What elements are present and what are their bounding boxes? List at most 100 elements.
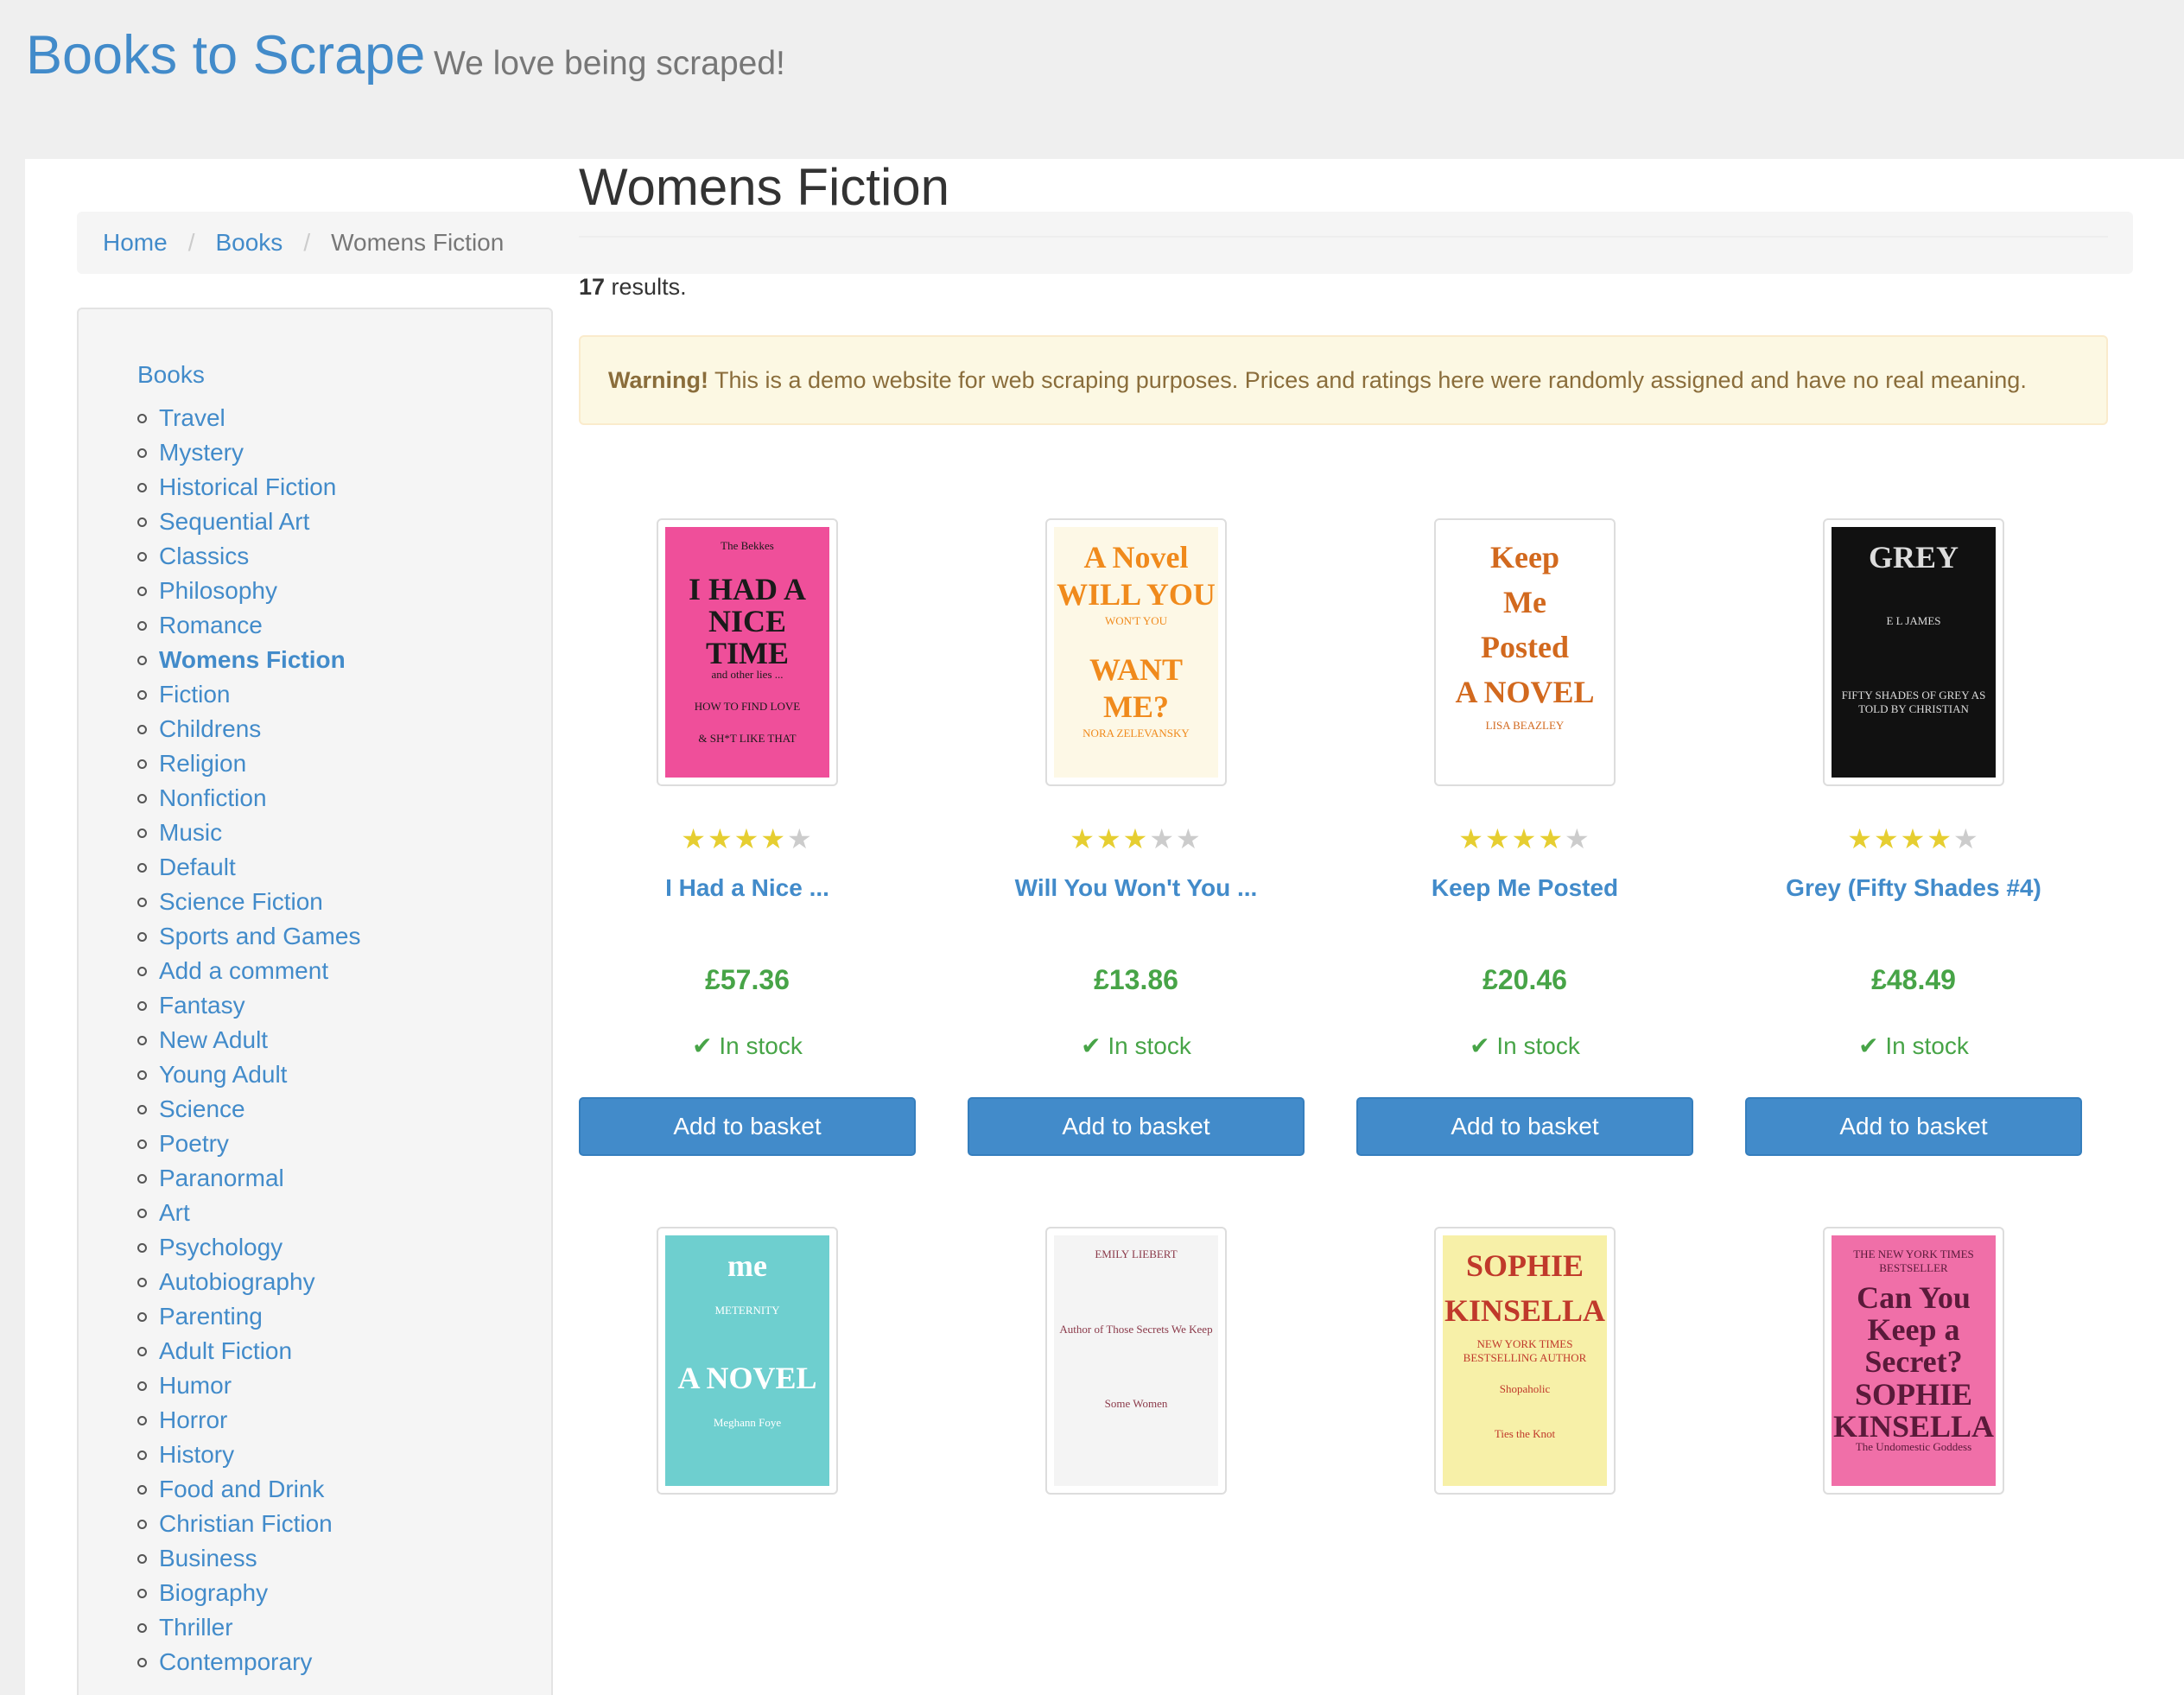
sidebar-category-link[interactable]: Philosophy — [159, 577, 277, 605]
sidebar-category-link[interactable]: Horror — [159, 1406, 227, 1434]
sidebar-category-link[interactable]: Fantasy — [159, 992, 245, 1019]
sidebar-category-link[interactable]: Music — [159, 819, 222, 847]
brand-link[interactable]: Books to Scrape — [26, 24, 425, 86]
list-bullet — [137, 931, 147, 942]
sidebar-category-link[interactable]: Contemporary — [159, 1648, 312, 1676]
add-to-basket-button[interactable]: Add to basket — [968, 1097, 1305, 1156]
star-icon: ★ — [1070, 823, 1096, 854]
cover-text: Keep a — [1867, 1312, 1960, 1348]
checkmark-icon: ✔ — [692, 1032, 720, 1059]
stock-status: ✔ In stock — [968, 1032, 1305, 1060]
list-bullet — [137, 1415, 147, 1425]
cover-text: Some Women — [1104, 1397, 1168, 1411]
cover-text: WANT — [1089, 652, 1184, 687]
list-bullet — [137, 517, 147, 527]
cover-text: E L JAMES — [1886, 613, 1941, 627]
site-header: Books to Scrape We love being scraped! — [0, 0, 2184, 159]
sidebar-category-link[interactable]: Poetry — [159, 1130, 229, 1158]
list-bullet — [137, 655, 147, 665]
star-icon: ★ — [1538, 823, 1565, 854]
list-bullet — [137, 793, 147, 803]
list-bullet — [137, 1484, 147, 1495]
sidebar-category-link[interactable]: Fiction — [159, 681, 230, 708]
book-cover-link[interactable]: A Novel WILL YOU WON'T YOU WANT ME? NORA ZELE… — [1045, 518, 1227, 786]
cover-text: WILL YOU — [1057, 577, 1216, 613]
sidebar-category-link[interactable]: History — [159, 1441, 234, 1469]
cover-text: WON'T YOU — [1104, 613, 1168, 627]
sidebar-category-item: Add a comment — [137, 954, 360, 988]
sidebar-category-link[interactable]: Religion — [159, 750, 246, 778]
sidebar-category-link[interactable]: Business — [159, 1545, 257, 1572]
sidebar-category-link[interactable]: Christian Fiction — [159, 1510, 333, 1538]
sidebar-category-link[interactable]: Travel — [159, 404, 225, 432]
sidebar-category-link[interactable]: Classics — [159, 543, 249, 570]
book-cover-image: SOPHIE KINSELLA NEW YORK TIMES BESTSELLING… — [1443, 1235, 1607, 1486]
sidebar-category-link[interactable]: Childrens — [159, 715, 261, 743]
sidebar-category-link[interactable]: Romance — [159, 612, 263, 639]
sidebar-category-link[interactable]: Default — [159, 854, 236, 881]
star-icon: ★ — [787, 823, 814, 854]
add-to-basket-button[interactable]: Add to basket — [1356, 1097, 1693, 1156]
sidebar-category-link[interactable]: Historical Fiction — [159, 473, 336, 501]
list-bullet — [137, 1311, 147, 1322]
star-icon: ★ — [1149, 823, 1177, 854]
sidebar-category-link[interactable]: Autobiography — [159, 1268, 315, 1296]
sidebar-category-item: Fantasy — [137, 988, 360, 1023]
title-divider — [579, 236, 2108, 238]
cover-text: Me — [1503, 585, 1546, 619]
sidebar-category-link[interactable]: Parenting — [159, 1303, 263, 1330]
sidebar-category-link[interactable]: Young Adult — [159, 1061, 287, 1089]
sidebar-category-link[interactable]: Paranormal — [159, 1165, 284, 1192]
sidebar-category-link[interactable]: Add a comment — [159, 957, 328, 985]
sidebar-category-item: Mystery — [137, 435, 360, 470]
sidebar-category-link[interactable]: Art — [159, 1199, 190, 1227]
list-bullet — [137, 1622, 147, 1633]
book-cover-link[interactable]: me METERNITY A NOVEL Meghann Foye — [657, 1227, 838, 1495]
sidebar-category-link[interactable]: Thriller — [159, 1614, 233, 1641]
sidebar-category-link[interactable]: Biography — [159, 1579, 268, 1607]
breadcrumb-books[interactable]: Books — [215, 229, 283, 257]
sidebar-category-link[interactable]: Sports and Games — [159, 923, 360, 950]
book-cover-link[interactable]: The Bekkes I HAD A NICE TIME and other lies … — [657, 518, 838, 786]
list-bullet — [137, 1104, 147, 1114]
sidebar-category-item: History — [137, 1438, 360, 1472]
sidebar-category-link[interactable]: Womens Fiction — [159, 646, 346, 674]
category-sidebar: Books Travel Mystery Historical Fiction Seq… — [77, 308, 553, 1695]
book-cover-link[interactable]: GREY E L JAMES FIFTY SHADES OF GREY AS TOL… — [1823, 518, 2004, 786]
add-to-basket-button[interactable]: Add to basket — [1745, 1097, 2082, 1156]
sidebar-category-link[interactable]: New Adult — [159, 1026, 268, 1054]
sidebar-category-link[interactable]: Science Fiction — [159, 888, 323, 916]
star-icon: ★ — [1176, 823, 1203, 854]
checkmark-icon: ✔ — [1858, 1032, 1886, 1059]
star-icon: ★ — [760, 823, 788, 854]
product-title-link[interactable]: I Had a Nice ... — [579, 874, 916, 902]
product-title-link[interactable]: Will You Won't You ... — [968, 874, 1305, 902]
breadcrumb-current: Womens Fiction — [331, 229, 505, 256]
list-bullet — [137, 862, 147, 873]
sidebar-category-item: Contemporary — [137, 1645, 360, 1679]
book-cover-link[interactable]: Keep Me Posted A NOVEL LISA BEAZLEY — [1434, 518, 1616, 786]
book-cover-image: Keep Me Posted A NOVEL LISA BEAZLEY — [1443, 527, 1607, 778]
book-cover-link[interactable]: EMILY LIEBERT Author of Those Secrets We … — [1045, 1227, 1227, 1495]
breadcrumb-home[interactable]: Home — [103, 229, 168, 257]
sidebar-category-link[interactable]: Food and Drink — [159, 1476, 324, 1503]
list-bullet — [137, 689, 147, 700]
sidebar-category-link[interactable]: Adult Fiction — [159, 1337, 292, 1365]
sidebar-category-item: Thriller — [137, 1610, 360, 1645]
book-cover-link[interactable]: THE NEW YORK TIMES BESTSELLER Can You Keep… — [1823, 1227, 2004, 1495]
sidebar-category-link[interactable]: Sequential Art — [159, 508, 309, 536]
product-title-link[interactable]: Grey (Fifty Shades #4) — [1745, 874, 2082, 902]
sidebar-category-link[interactable]: Nonfiction — [159, 784, 267, 812]
book-cover-link[interactable]: SOPHIE KINSELLA NEW YORK TIMES BESTSELLING… — [1434, 1227, 1616, 1495]
sidebar-category-link[interactable]: Psychology — [159, 1234, 283, 1261]
sidebar-root-books[interactable]: Books — [137, 361, 205, 389]
add-to-basket-button[interactable]: Add to basket — [579, 1097, 916, 1156]
sidebar-category-link[interactable]: Mystery — [159, 439, 244, 467]
product-title-link[interactable]: Keep Me Posted — [1356, 874, 1693, 902]
book-cover-image: The Bekkes I HAD A NICE TIME and other lies … — [665, 527, 829, 778]
sidebar-category-item: Nonfiction — [137, 781, 360, 816]
stock-label: In stock — [719, 1032, 803, 1059]
sidebar-category-link[interactable]: Humor — [159, 1372, 232, 1400]
sidebar-category-link[interactable]: Science — [159, 1095, 245, 1123]
book-cover-image: THE NEW YORK TIMES BESTSELLER Can You Keep… — [1832, 1235, 1996, 1486]
